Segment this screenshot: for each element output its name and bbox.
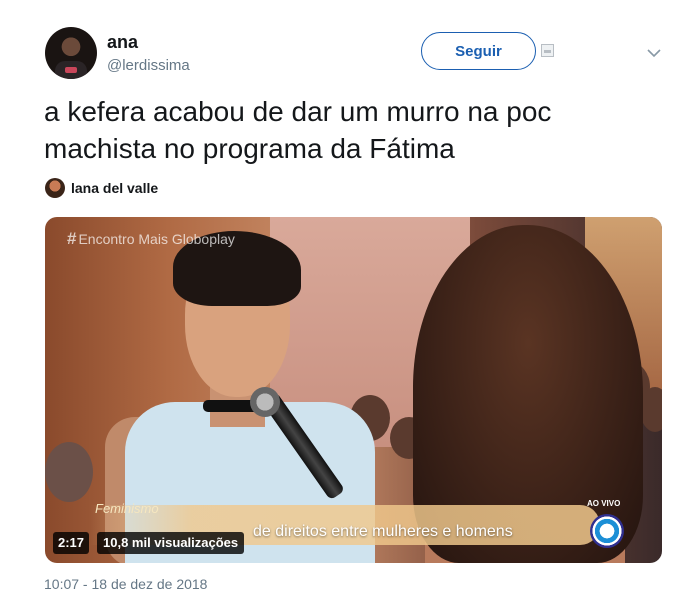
video-player[interactable]: # Encontro Mais Globoplay Feminismo de di… — [45, 217, 662, 563]
microphone-head — [250, 387, 280, 417]
watermark-text: Encontro Mais Globoplay — [78, 231, 235, 247]
tweet-text: a kefera acabou de dar um murro na poc m… — [44, 96, 552, 164]
image-icon — [541, 44, 554, 57]
audience-person — [640, 387, 662, 432]
program-watermark: # Encontro Mais Globoplay — [67, 229, 235, 249]
video-duration: 2:17 — [53, 532, 90, 554]
user-handle[interactable]: @lerdissima — [107, 57, 190, 74]
audience-person — [45, 442, 93, 502]
watermark-hash: # — [67, 229, 77, 248]
tweet-card: ana @lerdissima Seguir a kefera acabou d… — [0, 0, 680, 592]
live-label: AO VIVO — [587, 499, 621, 508]
avatar-shirt — [55, 61, 87, 79]
chevron-down-icon[interactable] — [644, 43, 664, 63]
lower-third-caption: de direitos entre mulheres e homens — [253, 523, 513, 540]
tagged-user-avatar[interactable] — [45, 178, 65, 198]
video-views: 10,8 mil visualizações — [97, 532, 245, 554]
chevron-down-icon-svg — [647, 48, 661, 57]
user-name[interactable]: ana — [107, 32, 138, 53]
avatar[interactable] — [45, 27, 97, 79]
globo-logo-icon — [590, 514, 624, 548]
tagged-user-name[interactable]: lana del valle — [71, 180, 158, 196]
follow-button[interactable]: Seguir — [421, 32, 536, 70]
lower-third-topic: Feminismo — [95, 501, 159, 516]
tweet-timestamp[interactable]: 10:07 - 18 de dez de 2018 — [44, 576, 207, 592]
